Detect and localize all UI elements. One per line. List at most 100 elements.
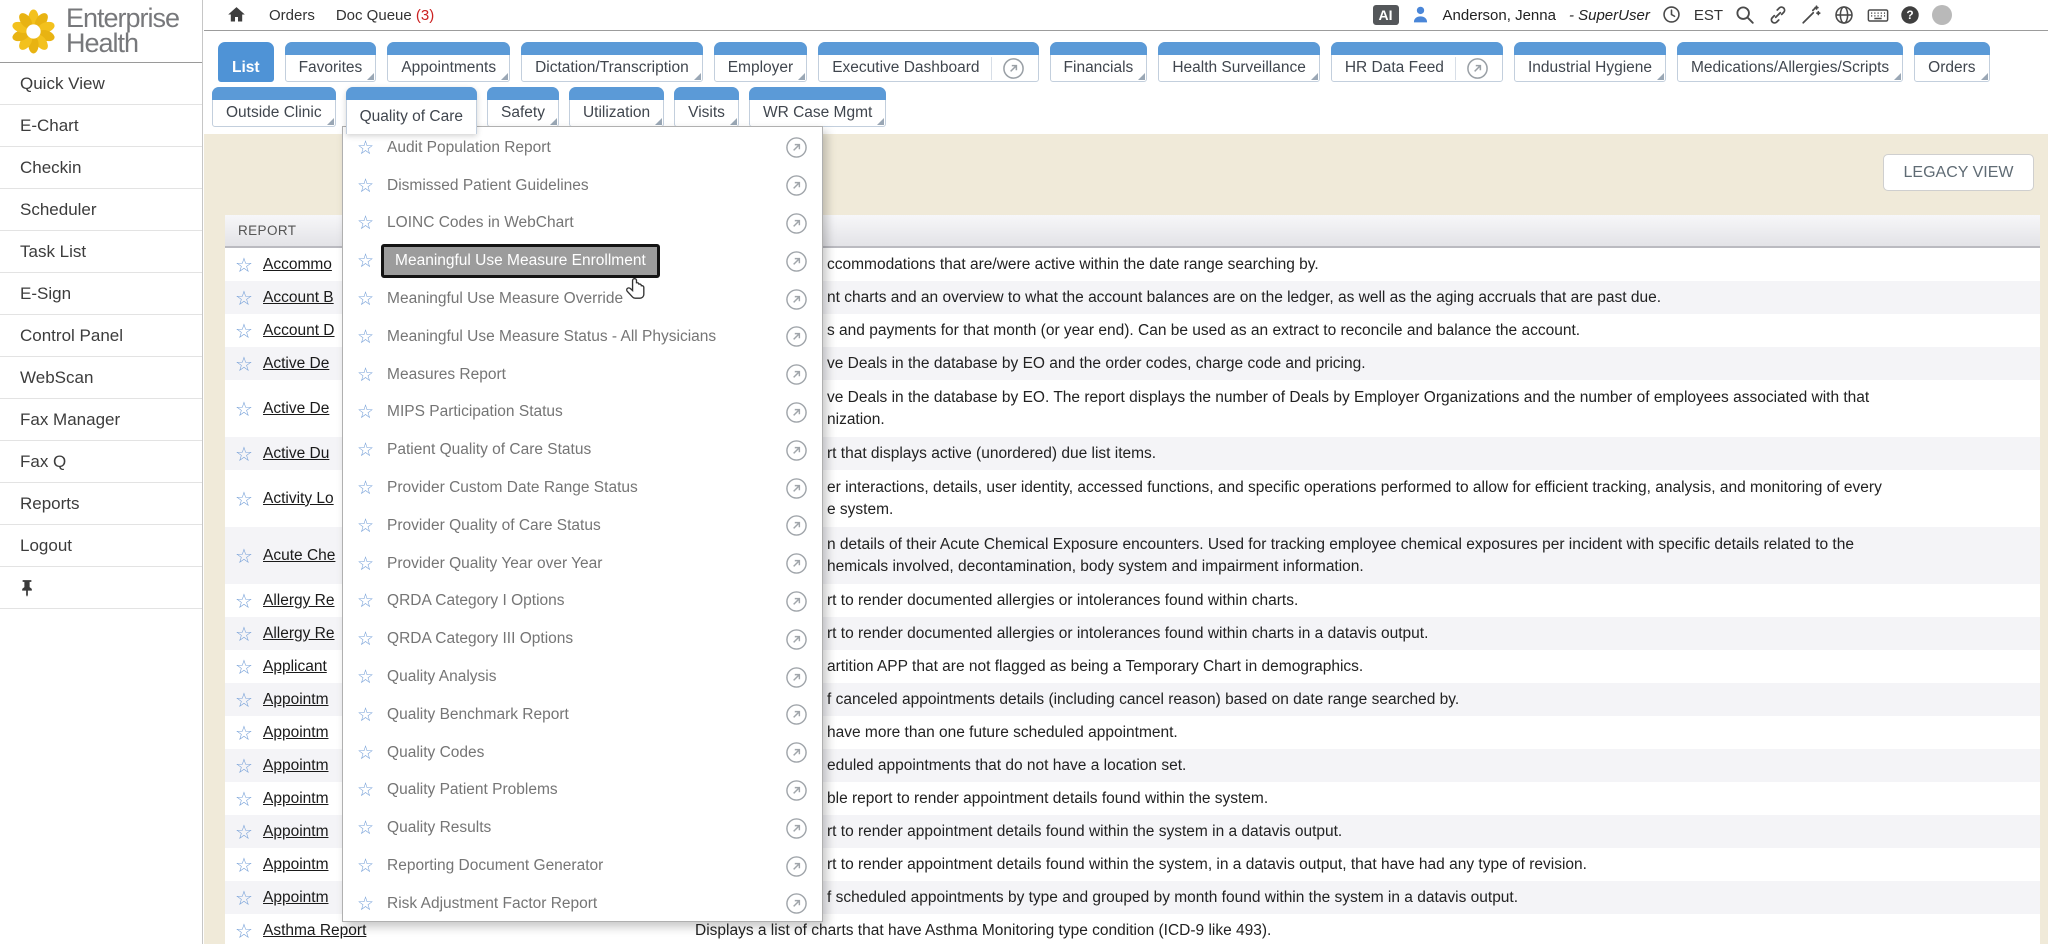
sidebar-item[interactable]: Control Panel (0, 315, 202, 357)
tab[interactable]: Utilization (569, 87, 664, 127)
favorite-star-icon[interactable]: ☆ (225, 919, 263, 943)
menu-item[interactable]: ☆ Provider Custom Date Range Status (343, 469, 822, 507)
favorite-star-icon[interactable]: ☆ (357, 175, 374, 197)
report-link[interactable]: Account D (263, 322, 335, 339)
favorite-star-icon[interactable]: ☆ (357, 590, 374, 612)
report-link[interactable]: Acute Che (263, 547, 335, 564)
tab[interactable]: Favorites (285, 42, 377, 82)
tab[interactable]: Dictation/Transcription (521, 42, 703, 82)
home-icon[interactable] (226, 4, 248, 26)
favorite-star-icon[interactable]: ☆ (357, 477, 374, 499)
report-link[interactable]: Appointm (263, 856, 328, 873)
menu-item[interactable]: ☆ QRDA Category I Options (343, 583, 822, 621)
tab[interactable]: WR Case Mgmt (749, 87, 886, 127)
favorite-star-icon[interactable]: ☆ (357, 553, 374, 575)
report-link[interactable]: Active Du (263, 445, 329, 462)
report-link[interactable]: Appointm (263, 823, 328, 840)
report-link[interactable]: Account B (263, 289, 334, 306)
report-link[interactable]: Active De (263, 400, 329, 417)
menu-item[interactable]: ☆ Provider Quality of Care Status (343, 507, 822, 545)
sidebar-item[interactable]: Fax Manager (0, 399, 202, 441)
sidebar-item[interactable]: Quick View (0, 63, 202, 105)
legacy-view-button[interactable]: LEGACY VIEW (1883, 154, 2034, 191)
external-link-icon[interactable] (785, 514, 808, 537)
external-link-icon[interactable] (785, 590, 808, 613)
tab[interactable]: Employer (714, 42, 807, 82)
tab[interactable]: Safety (487, 87, 559, 127)
tab[interactable]: Outside Clinic (212, 87, 336, 127)
external-link-icon[interactable] (785, 779, 808, 802)
favorite-star-icon[interactable]: ☆ (225, 253, 263, 277)
sidebar-item[interactable]: Logout (0, 525, 202, 567)
report-link[interactable]: Appointm (263, 889, 328, 906)
external-link-icon[interactable] (785, 174, 808, 197)
menu-item[interactable]: ☆ MIPS Participation Status (343, 394, 822, 432)
tab[interactable]: Financials (1050, 42, 1148, 82)
external-link-icon[interactable] (785, 250, 808, 273)
favorite-star-icon[interactable]: ☆ (357, 666, 374, 688)
favorite-star-icon[interactable]: ☆ (357, 212, 374, 234)
favorite-star-icon[interactable]: ☆ (357, 288, 374, 310)
tab[interactable]: Orders (1914, 42, 1989, 82)
report-link[interactable]: Appointm (263, 790, 328, 807)
external-link-icon[interactable] (785, 892, 808, 915)
report-link[interactable]: Allergy Re (263, 592, 335, 609)
report-link[interactable]: Applicant (263, 658, 327, 675)
menu-item[interactable]: ☆ Quality Analysis (343, 658, 822, 696)
external-link-icon[interactable] (785, 363, 808, 386)
globe-icon[interactable] (1833, 4, 1855, 26)
magic-wand-icon[interactable] (1800, 4, 1822, 26)
user-icon[interactable] (1410, 4, 1432, 26)
tab[interactable]: List (218, 42, 274, 82)
favorite-star-icon[interactable]: ☆ (225, 589, 263, 613)
user-name[interactable]: Anderson, Jenna (1443, 7, 1556, 24)
tab[interactable]: HR Data Feed (1331, 42, 1503, 82)
favorite-star-icon[interactable]: ☆ (357, 250, 374, 272)
report-link[interactable]: Activity Lo (263, 490, 334, 507)
external-link-icon[interactable] (785, 552, 808, 575)
menu-item[interactable]: ☆ QRDA Category III Options (343, 620, 822, 658)
menu-item[interactable]: ☆ Meaningful Use Measure Override (343, 280, 822, 318)
favorite-star-icon[interactable]: ☆ (225, 655, 263, 679)
sidebar-item[interactable]: Reports (0, 483, 202, 525)
favorite-star-icon[interactable]: ☆ (357, 515, 374, 537)
favorite-star-icon[interactable]: ☆ (225, 820, 263, 844)
report-link[interactable]: Appointm (263, 691, 328, 708)
tab[interactable]: Quality of Care (346, 87, 477, 134)
tab[interactable]: Visits (674, 87, 739, 127)
help-icon[interactable]: ? (1899, 4, 1921, 26)
external-link-icon[interactable] (785, 666, 808, 689)
favorite-star-icon[interactable]: ☆ (357, 742, 374, 764)
external-link-icon[interactable] (785, 401, 808, 424)
sidebar-pin-toggle[interactable] (0, 567, 202, 609)
external-link-icon[interactable] (785, 136, 808, 159)
favorite-star-icon[interactable]: ☆ (225, 622, 263, 646)
menu-item[interactable]: ☆ Audit Population Report (343, 129, 822, 167)
menu-item[interactable]: ☆ Measures Report (343, 356, 822, 394)
favorite-star-icon[interactable]: ☆ (225, 721, 263, 745)
favorite-star-icon[interactable]: ☆ (225, 886, 263, 910)
favorite-star-icon[interactable]: ☆ (357, 628, 374, 650)
favorite-star-icon[interactable]: ☆ (225, 286, 263, 310)
report-link[interactable]: Appointm (263, 724, 328, 741)
report-link[interactable]: Appointm (263, 757, 328, 774)
tab[interactable]: Executive Dashboard (818, 42, 1038, 82)
menu-item[interactable]: ☆ Risk Adjustment Factor Report (343, 885, 822, 923)
external-link-icon[interactable] (785, 212, 808, 235)
favorite-star-icon[interactable]: ☆ (225, 397, 263, 421)
favorite-star-icon[interactable]: ☆ (357, 779, 374, 801)
favorite-star-icon[interactable]: ☆ (357, 704, 374, 726)
menu-item[interactable]: ☆ Meaningful Use Measure Status - All Ph… (343, 318, 822, 356)
tab[interactable]: Health Surveillance (1158, 42, 1320, 82)
favorite-star-icon[interactable]: ☆ (357, 364, 374, 386)
menu-item[interactable]: ☆ Patient Quality of Care Status (343, 431, 822, 469)
report-link[interactable]: Asthma Report (263, 922, 366, 939)
favorite-star-icon[interactable]: ☆ (357, 401, 374, 423)
menu-item[interactable]: ☆ Dismissed Patient Guidelines (343, 167, 822, 205)
tab[interactable]: Industrial Hygiene (1514, 42, 1666, 82)
external-link-icon[interactable] (785, 439, 808, 462)
search-icon[interactable] (1734, 4, 1756, 26)
external-link-icon[interactable] (785, 288, 808, 311)
favorite-star-icon[interactable]: ☆ (357, 439, 374, 461)
favorite-star-icon[interactable]: ☆ (357, 817, 374, 839)
